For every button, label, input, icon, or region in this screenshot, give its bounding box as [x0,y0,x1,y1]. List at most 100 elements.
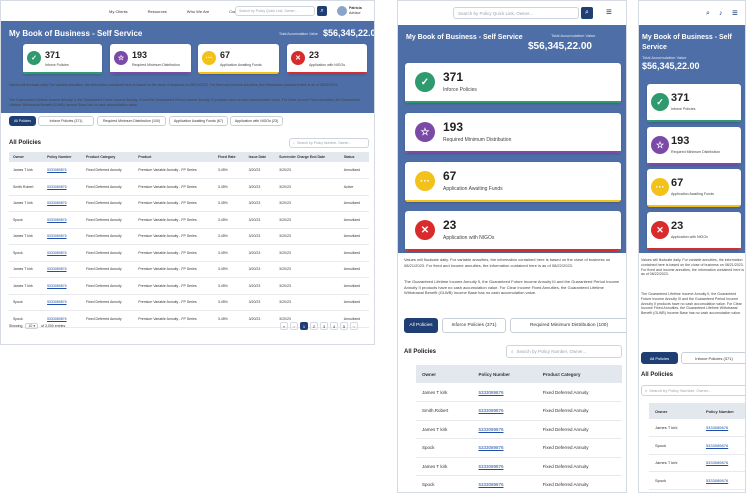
table-row[interactable]: James T kirk 5333089876 [649,454,745,472]
nav-search-input[interactable]: Search by Policy Quick Link, Owner... [235,6,315,16]
desktop-stat-card[interactable]: ✕ 23 Application with NIGOs [287,44,367,74]
user-menu[interactable]: Patricia Advisor [349,6,362,15]
column-header[interactable]: Surrender Charge End Date [275,152,340,162]
policy-number-link[interactable]: 5333089876 [472,457,537,476]
mobile-stat-card[interactable]: ··· 67 Application Awaiting Funds [647,169,741,207]
column-header[interactable]: Status [339,152,369,162]
column-header[interactable]: Policy Number [699,403,745,419]
policy-number-link[interactable]: 5333089876 [472,383,537,402]
table-row[interactable]: James T kirk 5333089876 Fixed Deferred Ann… [9,195,369,212]
mobile-policy-search[interactable]: ⌕ Search by Policy Number, Owner... [641,385,745,396]
policy-number-link[interactable]: 5333089876 [472,438,537,458]
tablet-tab-2[interactable]: Required Minimum Distribution (100) [510,318,626,333]
tablet-stat-card[interactable]: ··· 67 Application Awaiting Funds [405,162,621,202]
per-page-select[interactable]: 10 ▾ [25,323,39,329]
policy-number-link[interactable]: 5333089876 [699,471,745,490]
column-header[interactable]: Owner [649,403,700,419]
page-button[interactable]: 3 [320,322,328,330]
policy-number-link[interactable]: 5333089876 [472,475,537,492]
prev-page-icon[interactable]: ‹ [290,322,298,330]
table-row[interactable]: Spock 5333089876 Fixed Deferred Annuity Pre… [9,211,369,229]
desktop-tab-1[interactable]: Inforce Policies (371) [38,116,94,126]
page-button[interactable]: 5 [340,322,348,330]
nav-search-button[interactable]: ⌕ [317,6,327,16]
policy-number-link[interactable]: 5333089876 [699,419,745,437]
page-button[interactable]: 1 [300,322,308,330]
desktop-stat-card[interactable]: ☆ 193 Required Minimum Distribution [110,44,191,74]
policy-number-link[interactable]: 5333089876 [43,228,83,245]
policy-number-link[interactable]: 5333089876 [43,211,83,229]
column-header[interactable]: Fixed Rate [213,152,245,162]
table-row[interactable]: James T kirk 5333089876 [649,419,745,437]
policy-number-link[interactable]: 5333089876 [43,178,83,196]
policy-number-link[interactable]: 5333089876 [43,195,83,212]
column-header[interactable]: Policy Number [43,152,83,162]
column-header[interactable]: Owner [416,365,473,383]
desktop-stat-card[interactable]: ✓ 371 Inforce Policies [23,44,102,74]
mobile-stat-card[interactable]: ☆ 193 Required Minimum Distribution [647,127,741,165]
mobile-stat-card[interactable]: ✕ 23 Application with NIGOs [647,212,741,250]
column-header[interactable]: Policy Number [472,365,537,383]
tablet-tab-0[interactable]: All Policies [404,318,438,333]
policy-number-link[interactable]: 5333089876 [43,261,83,278]
table-row[interactable]: Spock 5333089876 Fixed Deferred Annuity Pre… [9,244,369,262]
table-row[interactable]: James T kirk 5333089876 Fixed Deferred Ann… [416,457,622,476]
column-header[interactable]: Owner [9,152,44,162]
table-row[interactable]: James T kirk 5333089876 Fixed Deferred Ann… [9,228,369,245]
tablet-tab-1[interactable]: Inforce Policies (371) [442,318,506,333]
policy-number-link[interactable]: 5333089876 [43,277,83,295]
column-header[interactable]: Product Category [82,152,135,162]
table-row[interactable]: James T kirk 5333089876 Fixed Deferred Ann… [9,162,369,179]
policy-number-link[interactable]: 5333089876 [43,244,83,262]
policy-search-input[interactable]: ⌕ Search by Policy Number, Owner... [289,138,369,148]
table-row[interactable]: Spock 5333089876 Fixed Deferred Annuity [416,438,622,458]
search-icon[interactable]: ⌕ [706,10,710,18]
tablet-search-button[interactable]: ⌕ [581,7,593,19]
column-header[interactable]: Issue Date [244,152,276,162]
first-page-icon[interactable]: « [280,322,288,330]
tablet-stat-card[interactable]: ✓ 371 Inforce Policies [405,63,621,103]
table-row[interactable]: Spock 5333089876 Fixed Deferred Annuity Pre… [9,294,369,311]
mobile-tab-1[interactable]: Inforce Policies (371) [681,352,745,364]
search-icon: ⌕ [511,349,514,354]
table-row[interactable]: James T kirk 5333089876 Fixed Deferred Ann… [416,420,622,439]
nav-link-clients[interactable]: My Clients [109,9,128,14]
tablet-stat-card[interactable]: ✕ 23 Application with NIGOs [405,211,621,251]
desktop-tab-0[interactable]: All Policies [9,116,36,126]
desktop-stat-card[interactable]: ··· 67 Application Awaiting Funds [198,44,279,74]
table-row[interactable]: Smith.Robert 5333089876 Fixed Deferred Ann… [416,401,622,421]
desktop-tab-4[interactable]: Application with NIGOs (23) [230,116,283,126]
bell-icon[interactable]: ♪ [719,10,723,17]
policy-number-link[interactable]: 5333089876 [472,420,537,439]
menu-icon[interactable]: ≡ [606,7,612,18]
table-row[interactable]: Spock 5333089876 [649,471,745,490]
table-row[interactable]: Smith.Robert 5333089876 Fixed Deferred Ann… [9,178,369,196]
table-row[interactable]: Spock 5333089876 [649,436,745,455]
next-page-icon[interactable]: › [350,322,358,330]
table-row[interactable]: James T kirk 5333089876 Fixed Deferred Ann… [9,277,369,295]
mobile-tab-0[interactable]: All Policies [641,352,678,364]
policy-number-link[interactable]: 5333089876 [472,401,537,421]
desktop-tab-3[interactable]: Application Awaiting Funds (67) [169,116,228,126]
table-row[interactable]: Spock 5333089876 Fixed Deferred Annuity [416,475,622,492]
table-row[interactable]: James T kirk 5333089876 Fixed Deferred Ann… [9,261,369,278]
menu-icon[interactable]: ≡ [732,8,738,19]
tablet-search-input[interactable]: Search by Policy Quick Link, Owner... [453,7,579,19]
policy-number-link[interactable]: 5333089876 [43,294,83,311]
tablet-stat-card[interactable]: ☆ 193 Required Minimum Distribution [405,113,621,153]
table-cell: Smith.Robert [9,178,44,196]
page-button[interactable]: 4 [330,322,338,330]
page-button[interactable]: 2 [310,322,318,330]
nav-link-resources[interactable]: Resources [148,9,167,14]
mobile-stat-card[interactable]: ✓ 371 Inforce Policies [647,84,741,122]
desktop-tab-2[interactable]: Required Minimum Distribution (100) [97,116,166,126]
policy-number-link[interactable]: 5333089876 [43,162,83,179]
column-header[interactable]: Product Category [536,365,622,383]
nav-link-who[interactable]: Who We Are [187,9,209,14]
avatar[interactable] [337,6,347,16]
policy-number-link[interactable]: 5333089876 [699,454,745,472]
column-header[interactable]: Product [134,152,214,162]
table-row[interactable]: James T kirk 5333089876 Fixed Deferred Ann… [416,383,622,402]
tablet-policy-search[interactable]: ⌕ Search by Policy Number, Owner... [506,345,622,358]
policy-number-link[interactable]: 5333089876 [699,436,745,455]
